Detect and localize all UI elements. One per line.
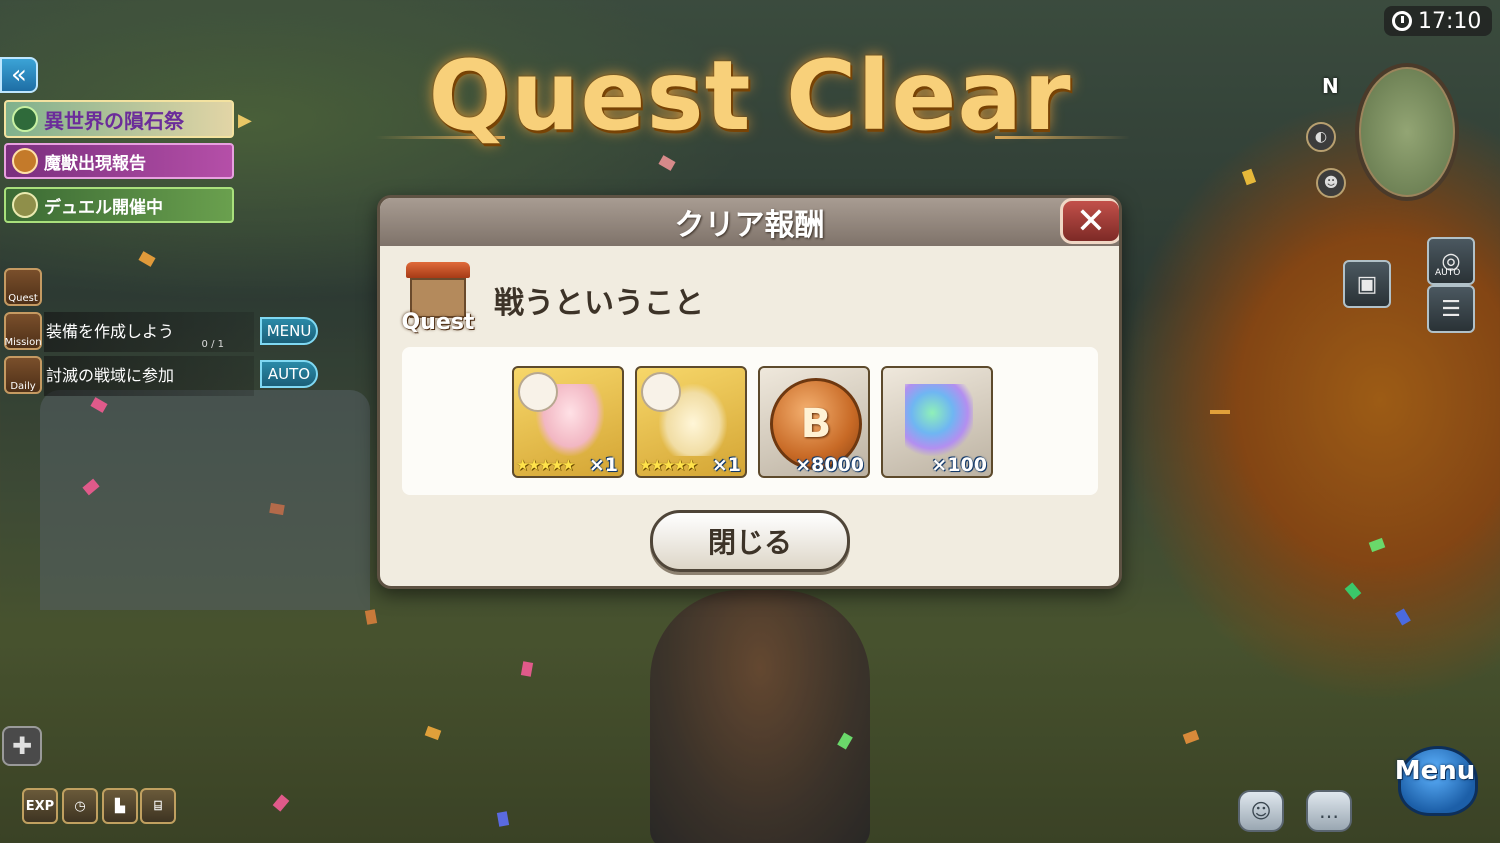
quest-side-label: Quest	[8, 293, 38, 304]
mission-text: 装備を作成しよう	[46, 322, 175, 341]
quest-name: 戦うということ	[494, 286, 704, 321]
mission-icon[interactable]: Mission	[4, 312, 42, 350]
daily-text: 討滅の戦域に参加	[46, 366, 175, 385]
beast-face-icon	[12, 148, 38, 174]
daily-icon[interactable]: Daily	[4, 356, 42, 394]
speech-bubble-icon: …	[1319, 799, 1339, 823]
reward-quantity: ×100	[931, 454, 987, 476]
lantern-button[interactable]: ⌸	[140, 788, 176, 824]
lantern-icon: ⌸	[154, 798, 162, 814]
auto-pill-button[interactable]: AUTO	[260, 360, 318, 388]
rarity-stars: ★★★★★	[639, 456, 698, 474]
video-camera-icon: ▣	[1356, 271, 1378, 297]
chat-button[interactable]: …	[1306, 790, 1352, 832]
mission-row[interactable]: 装備を作成しよう 0 / 1	[44, 312, 254, 352]
close-icon: ✕	[1075, 200, 1107, 242]
menu-pill-button[interactable]: MENU	[260, 317, 318, 345]
minimap-north-label: N	[1322, 74, 1339, 98]
exp-boost-button[interactable]: EXP	[22, 788, 58, 824]
event-banner-duel[interactable]: デュエル開催中	[4, 187, 234, 223]
auto-target-label: AUTO	[1435, 268, 1461, 278]
quest-clear-title: Quest Clear	[428, 40, 1072, 152]
banner-label: デュエル開催中	[44, 197, 163, 218]
plus-icon: ✚	[11, 732, 33, 760]
crossed-swords-icon	[12, 192, 38, 218]
quest-icon-roof	[406, 262, 470, 278]
reward-item-scarf[interactable]: ★★★★★ ×1	[512, 366, 624, 478]
clear-reward-dialog: クリア報酬 ✕ Quest 戦うということ ★★★★★ ×1 ★★★★★ ×1 …	[377, 195, 1122, 589]
daily-row[interactable]: 討滅の戦域に参加	[44, 356, 254, 396]
character-face-icon: ☻	[1323, 175, 1339, 191]
daily-icon-label: Daily	[10, 381, 36, 392]
banner-label: 異世界の隕石祭	[44, 108, 184, 133]
clock-icon	[1392, 11, 1412, 31]
reward-quantity: ×1	[711, 454, 741, 476]
reward-panel	[402, 347, 1098, 495]
reward-item-socks[interactable]: ★★★★★ ×1	[635, 366, 747, 478]
rarity-stars: ★★★★★	[516, 456, 575, 474]
mission-icon-label: Mission	[4, 337, 42, 348]
camera-button[interactable]: ▣	[1343, 260, 1391, 308]
event-banner-beast-report[interactable]: 魔獣出現報告	[4, 143, 234, 179]
party-button[interactable]: ☰	[1427, 285, 1475, 333]
minimap-character-button[interactable]: ☻	[1316, 168, 1346, 198]
event-banner-meteor-festival[interactable]: 異世界の隕石祭	[4, 100, 234, 138]
close-button[interactable]: 閉じる	[650, 510, 850, 572]
boots-icon: ▙	[115, 798, 125, 814]
character-portrait-icon	[641, 372, 681, 412]
minimap[interactable]	[1355, 63, 1459, 201]
menu-label: Menu	[1394, 756, 1476, 786]
clock: 17:10	[1384, 6, 1492, 36]
banner-label: 魔獣出現報告	[44, 153, 146, 174]
reward-item-crystal[interactable]: ×100	[881, 366, 993, 478]
rainbow-crystal-icon	[905, 384, 973, 456]
dialog-title: クリア報酬	[674, 208, 825, 243]
boots-button[interactable]: ▙	[102, 788, 138, 824]
quest-icon-label: Quest	[401, 310, 475, 335]
collapse-button[interactable]: «	[0, 57, 38, 93]
banner-arrow-icon[interactable]: ▶	[238, 110, 252, 131]
add-button[interactable]: ✚	[2, 726, 42, 766]
speed-icon: ◷	[74, 798, 86, 814]
reward-quantity: ×1	[588, 454, 618, 476]
smiley-icon: ☺	[1250, 799, 1272, 823]
emote-button[interactable]: ☺	[1238, 790, 1284, 832]
speed-boost-button[interactable]: ◷	[62, 788, 98, 824]
clock-time: 17:10	[1418, 8, 1482, 34]
quest-shop-icon: Quest	[400, 260, 476, 338]
double-chevron-left-icon: «	[11, 60, 27, 90]
character-portrait-icon	[518, 372, 558, 412]
confetti-piece	[1210, 410, 1230, 414]
green-shield-icon	[12, 106, 38, 132]
dialog-header: クリア報酬	[380, 198, 1119, 246]
minimap-circle	[1355, 63, 1459, 201]
reward-quantity: ×8000	[795, 454, 864, 476]
main-menu-button[interactable]: Menu	[1380, 740, 1490, 840]
dialog-close-button[interactable]: ✕	[1060, 198, 1119, 244]
quest-side-button[interactable]: Quest	[4, 268, 42, 306]
minimap-toggle-button[interactable]: ◐	[1306, 122, 1336, 152]
mission-progress: 0 / 1	[201, 339, 224, 350]
reward-item-coin[interactable]: B ×8000	[758, 366, 870, 478]
map-zoom-icon: ◐	[1314, 129, 1328, 145]
party-icon: ☰	[1441, 296, 1461, 322]
exp-label: EXP	[25, 798, 55, 814]
